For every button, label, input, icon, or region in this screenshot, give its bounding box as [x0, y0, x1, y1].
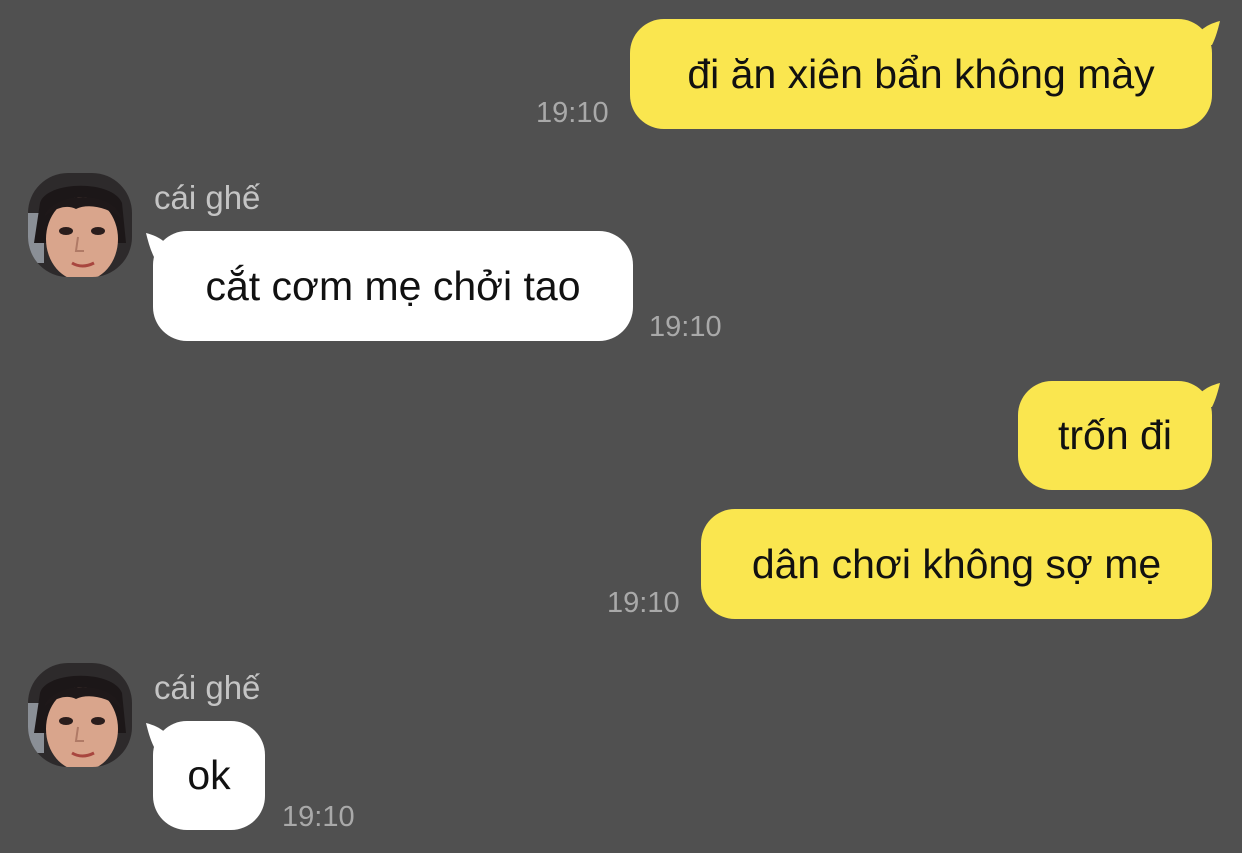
message-timestamp: 19:10 — [282, 801, 355, 833]
sender-name: cái ghế — [154, 179, 261, 216]
message-bubble[interactable]: dân chơi không sợ mẹ — [701, 509, 1212, 619]
message-bubble[interactable]: cắt cơm mẹ chởi tao — [153, 231, 633, 341]
message-timestamp: 19:10 — [607, 587, 680, 619]
message-timestamp: 19:10 — [649, 311, 722, 343]
message-timestamp: 19:10 — [536, 97, 609, 129]
message-bubble[interactable]: trốn đi — [1018, 381, 1212, 490]
message-text: cắt cơm mẹ chởi tao — [205, 262, 581, 309]
message-bubble[interactable]: đi ăn xiên bẩn không mày — [630, 19, 1212, 129]
sender-name: cái ghế — [154, 669, 261, 706]
user-photo-avatar-icon — [28, 173, 132, 277]
message-text: trốn đi — [1058, 412, 1172, 458]
chat-thread: đi ăn xiên bẩn không mày 19:10 cái ghế c… — [0, 0, 1242, 853]
user-photo-avatar-icon — [28, 663, 132, 767]
avatar[interactable] — [28, 173, 132, 277]
message-text: đi ăn xiên bẩn không mày — [687, 50, 1155, 97]
avatar[interactable] — [28, 663, 132, 767]
message-text: ok — [187, 752, 231, 798]
message-bubble[interactable]: ok — [153, 721, 265, 830]
message-text: dân chơi không sợ mẹ — [751, 540, 1162, 587]
